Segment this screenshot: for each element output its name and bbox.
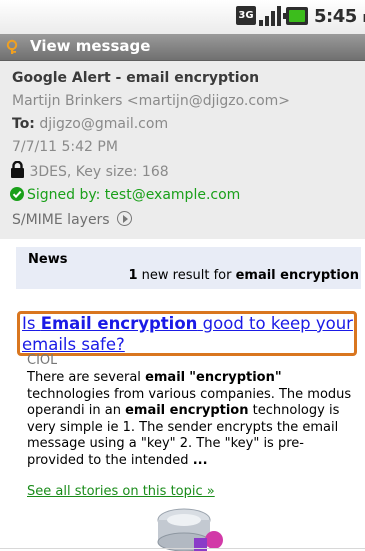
article-source: CIOL	[27, 354, 58, 367]
message-date: 7/7/11 5:42 PM	[12, 139, 118, 155]
lock-icon	[11, 161, 24, 178]
signal-strength-icon	[259, 6, 281, 26]
signature-status[interactable]: Signed by: test@example.com	[10, 187, 240, 203]
encryption-info: 3DES, Key size: 168	[10, 161, 169, 180]
message-from[interactable]: Martijn Brinkers <martijn@djigzo.com>	[12, 93, 290, 109]
battery-charging-icon	[283, 7, 308, 25]
to-label: To:	[12, 116, 35, 132]
message-header: Google Alert - email encryption Martijn …	[0, 61, 365, 239]
divider	[0, 548, 365, 549]
envelope-key-icon	[6, 39, 18, 54]
smime-layers-label: S/MIME layers	[12, 212, 110, 228]
page-title: View message	[30, 37, 151, 55]
title-bar: View message	[0, 34, 365, 61]
to-address: djigzo@gmail.com	[39, 116, 169, 132]
news-results-summary: 1 new result for email encryption	[128, 268, 359, 283]
network-type-icon: 3G	[236, 6, 256, 25]
check-circle-icon	[10, 187, 24, 201]
article-image[interactable]	[144, 504, 234, 551]
article-snippet: There are several email "encryption" tec…	[27, 370, 352, 468]
see-all-stories-link[interactable]: See all stories on this topic »	[27, 484, 215, 499]
clock: 5:45 PM	[314, 6, 365, 27]
news-label: News	[28, 252, 68, 267]
signed-by-text: Signed by: test@example.com	[27, 187, 241, 203]
chevron-right-icon	[117, 211, 133, 226]
message-subject: Google Alert - email encryption	[12, 70, 260, 86]
status-bar: 3G 5:45 PM	[0, 0, 365, 34]
message-to[interactable]: To: djigzo@gmail.com	[12, 116, 168, 132]
news-header: News 1 new result for email encryption	[16, 247, 361, 289]
focus-highlight	[17, 311, 357, 356]
smime-layers-button[interactable]: S/MIME layers	[12, 211, 133, 228]
encryption-text: 3DES, Key size: 168	[29, 164, 169, 180]
